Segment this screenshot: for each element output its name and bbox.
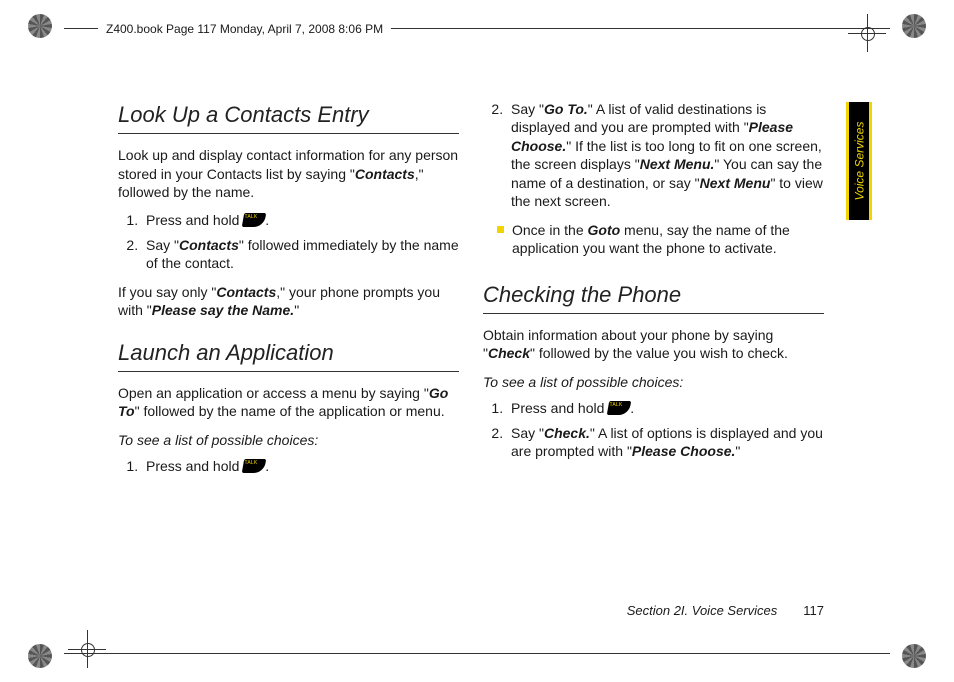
lookup-note: If you say only "Contacts," your phone p… <box>118 283 459 320</box>
heading-launch-app: Launch an Application <box>118 338 459 367</box>
footer-rule <box>64 653 890 654</box>
talk-key-icon <box>607 401 631 415</box>
crop-mark-top-right <box>902 14 926 38</box>
launch-step-1: Press and hold . <box>142 457 459 475</box>
registration-mark-bottom <box>68 630 106 668</box>
heading-checking-phone: Checking the Phone <box>483 280 824 309</box>
check-step-2: Say "Check." A list of options is displa… <box>507 424 824 461</box>
crop-mark-bottom-left <box>28 644 52 668</box>
launch-subhead: To see a list of possible choices: <box>118 431 459 449</box>
lookup-intro: Look up and display contact information … <box>118 146 459 201</box>
lookup-step-2: Say "Contacts" followed immediately by t… <box>142 236 459 273</box>
page-footer: Section 2I. Voice Services 117 <box>627 603 824 618</box>
lookup-steps: Press and hold . Say "Contacts" followed… <box>118 211 459 272</box>
header-meta: Z400.book Page 117 Monday, April 7, 2008… <box>98 20 391 38</box>
heading-lookup-contacts: Look Up a Contacts Entry <box>118 100 459 129</box>
check-subhead: To see a list of possible choices: <box>483 373 824 391</box>
launch-intro: Open an application or access a menu by … <box>118 384 459 421</box>
heading-rule <box>483 313 824 314</box>
thumb-tab: Voice Services <box>846 102 872 220</box>
check-steps: Press and hold . Say "Check." A list of … <box>483 399 824 460</box>
footer-page-number: 117 <box>803 603 824 618</box>
talk-key-icon <box>242 213 266 227</box>
crop-mark-top-left <box>28 14 52 38</box>
bullet-square-icon <box>497 226 504 233</box>
header-meta-text: Z400.book Page 117 Monday, April 7, 2008… <box>106 22 383 36</box>
launch-step-2: Say "Go To." A list of valid destination… <box>507 100 824 211</box>
left-column: Look Up a Contacts Entry Look up and dis… <box>118 100 459 582</box>
goto-bullet: Once in the Goto menu, say the name of t… <box>497 221 824 258</box>
lookup-step-1: Press and hold . <box>142 211 459 229</box>
launch-steps-cont: Say "Go To." A list of valid destination… <box>483 100 824 211</box>
page-content: Look Up a Contacts Entry Look up and dis… <box>118 100 824 582</box>
check-step-1: Press and hold . <box>507 399 824 417</box>
footer-section: Section 2I. Voice Services <box>627 603 778 618</box>
crop-mark-bottom-right <box>902 644 926 668</box>
heading-rule <box>118 371 459 372</box>
right-column: Say "Go To." A list of valid destination… <box>483 100 824 582</box>
heading-rule <box>118 133 459 134</box>
check-intro: Obtain information about your phone by s… <box>483 326 824 363</box>
thumb-tab-label: Voice Services <box>852 122 866 201</box>
registration-mark-top <box>848 14 886 52</box>
launch-steps: Press and hold . <box>118 457 459 475</box>
talk-key-icon <box>242 459 266 473</box>
